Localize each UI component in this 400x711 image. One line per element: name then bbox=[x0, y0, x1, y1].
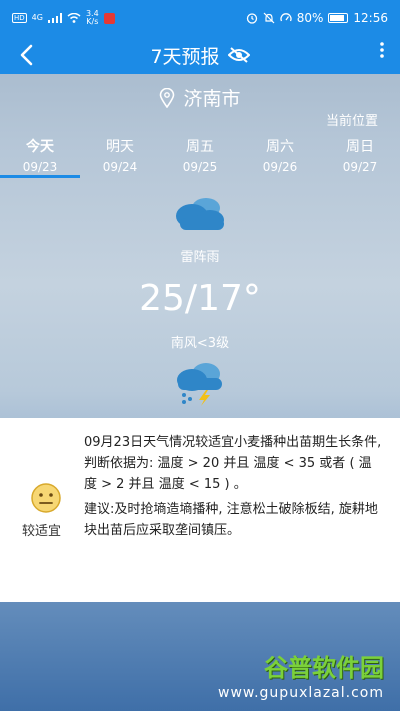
recording-icon bbox=[103, 12, 115, 24]
app-bar: 7天预报 bbox=[0, 36, 400, 74]
tab-saturday[interactable]: 周六 09/26 bbox=[240, 134, 320, 178]
tab-sunday[interactable]: 周日 09/27 bbox=[320, 134, 400, 178]
more-options-button[interactable] bbox=[376, 42, 388, 63]
hd-badge: HD bbox=[12, 13, 27, 23]
advice-card: 较适宜 09月23日天气情况较适宜小麦播种出苗期生长条件,判断依据为: 温度 >… bbox=[0, 418, 400, 602]
thunderstorm-icon bbox=[177, 363, 222, 406]
status-bar: HD 4G 3.4 K/s 80% 12:56 bbox=[0, 0, 400, 36]
tab-friday[interactable]: 周五 09/25 bbox=[160, 134, 240, 178]
more-vertical-icon bbox=[380, 42, 384, 58]
advice-description: 09月23日天气情况较适宜小麦播种出苗期生长条件,判断依据为: 温度 > 20 … bbox=[84, 435, 382, 492]
tab-date-label: 09/26 bbox=[262, 160, 298, 174]
advice-text-block: 09月23日天气情况较适宜小麦播种出苗期生长条件,判断依据为: 温度 > 20 … bbox=[84, 432, 384, 541]
tab-day-label: 周六 bbox=[266, 139, 294, 155]
speedometer-icon bbox=[280, 13, 292, 22]
signal-icon bbox=[47, 13, 62, 23]
city-name: 济南市 bbox=[183, 88, 241, 110]
chevron-left-icon bbox=[20, 44, 33, 66]
page-title: 7天预报 bbox=[150, 45, 220, 68]
tab-date-label: 09/24 bbox=[102, 160, 138, 174]
tab-day-label: 明天 bbox=[106, 139, 134, 155]
cloudy-icon bbox=[176, 198, 224, 230]
back-button[interactable] bbox=[12, 40, 40, 70]
signal-label: 4G bbox=[31, 13, 43, 22]
tab-date-label: 09/27 bbox=[342, 160, 378, 174]
tab-today[interactable]: 今天 09/23 bbox=[0, 134, 80, 178]
watermark-logo: 谷普软件园 bbox=[264, 654, 384, 682]
alarm-icon bbox=[246, 13, 257, 24]
neutral-face-icon bbox=[31, 483, 61, 513]
tab-day-label: 周日 bbox=[346, 139, 374, 155]
tab-date-label: 09/23 bbox=[22, 160, 58, 174]
battery-icon bbox=[328, 13, 349, 23]
suitability-rating: 较适宜 bbox=[22, 524, 62, 539]
weather-condition: 雷阵雨 bbox=[180, 250, 220, 265]
tab-date-label: 09/25 bbox=[182, 160, 218, 174]
network-speed-unit: K/s bbox=[86, 17, 99, 26]
temperature-range: 25/17° bbox=[139, 278, 261, 319]
location-pin-icon bbox=[160, 87, 175, 108]
eye-off-icon[interactable] bbox=[227, 47, 250, 63]
clock: 12:56 bbox=[353, 11, 388, 25]
watermark-url: www.gupuxlazal.com bbox=[218, 685, 384, 701]
tab-tomorrow[interactable]: 明天 09/24 bbox=[80, 134, 160, 178]
wind-info: 南风<3级 bbox=[170, 336, 230, 351]
battery-percent: 80% bbox=[296, 11, 324, 25]
tab-day-label: 周五 bbox=[186, 139, 214, 155]
watermark: 谷普软件园 www.gupuxlazal.com bbox=[218, 648, 384, 701]
location-header[interactable]: 济南市 bbox=[0, 84, 400, 111]
day-tabs: 今天 09/23 明天 09/24 周五 09/25 周六 09/26 周日 0… bbox=[0, 134, 400, 178]
wifi-icon bbox=[67, 13, 81, 23]
network-speed: 3.4 K/s bbox=[86, 10, 99, 26]
current-position-label: 当前位置 bbox=[325, 114, 378, 129]
advice-suggestion: 建议:及时抢墒造墒播种, 注意松土破除板结, 旋耕地块出苗后应采取垄间镇压。 bbox=[84, 502, 378, 538]
mute-bell-icon bbox=[263, 12, 275, 24]
tab-day-label: 今天 bbox=[26, 139, 54, 155]
